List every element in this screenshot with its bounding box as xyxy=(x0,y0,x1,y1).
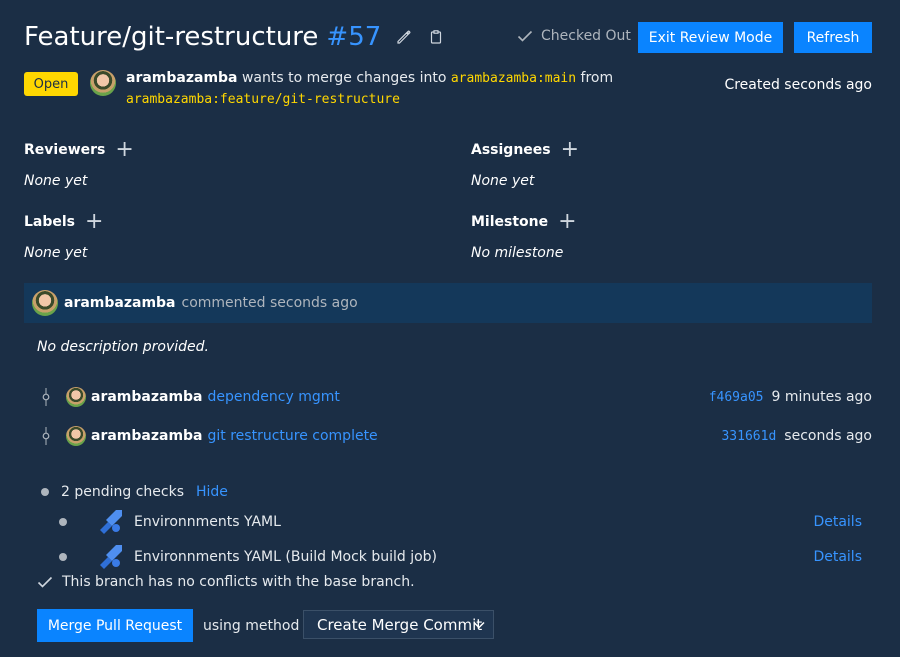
check-details-link[interactable]: Details xyxy=(813,549,862,565)
add-reviewer-plus-icon[interactable]: + xyxy=(115,139,133,161)
commit-sha-link[interactable]: 331661d xyxy=(721,429,776,444)
assignees-label: Assignees xyxy=(471,142,551,158)
comment-action: commented seconds ago xyxy=(181,295,358,311)
checked-out-label: Checked Out xyxy=(541,28,631,44)
comment-body: No description provided. xyxy=(37,339,209,355)
hide-checks-link[interactable]: Hide xyxy=(196,484,228,500)
chevron-down-icon xyxy=(473,621,485,629)
pending-dot-icon xyxy=(59,553,67,561)
reviewers-section: Reviewers + None yet xyxy=(24,139,134,190)
milestone-label: Milestone xyxy=(471,214,549,230)
milestone-section: Milestone + No milestone xyxy=(471,211,577,262)
target-branch: arambazamba:main xyxy=(450,71,577,86)
assignees-section: Assignees + None yet xyxy=(471,139,579,190)
pending-dot-icon xyxy=(41,488,49,496)
exit-review-mode-button[interactable]: Exit Review Mode xyxy=(638,22,783,53)
azure-pipelines-icon xyxy=(100,545,122,569)
reviewers-value: None yet xyxy=(24,173,88,189)
commit-time: seconds ago xyxy=(784,428,872,444)
checks-summary: 2 pending checks Hide xyxy=(41,484,228,500)
page-title: Feature/git-restructure xyxy=(24,22,319,52)
source-branch: arambazamba:feature/git-restructure xyxy=(126,92,400,107)
commit-author: arambazamba xyxy=(91,389,203,405)
clipboard-icon[interactable] xyxy=(427,28,445,46)
add-assignee-plus-icon[interactable]: + xyxy=(561,139,579,161)
checks-summary-label: 2 pending checks xyxy=(61,484,184,500)
avatar xyxy=(66,387,86,407)
merge-pull-request-button[interactable]: Merge Pull Request xyxy=(37,609,193,642)
commit-sha-link[interactable]: f469a05 xyxy=(709,390,764,405)
pr-author: arambazamba xyxy=(126,70,238,86)
no-conflicts-status: This branch has no conflicts with the ba… xyxy=(37,574,415,590)
checked-out-status: Checked Out xyxy=(517,28,631,44)
azure-pipelines-icon xyxy=(100,510,122,534)
pending-dot-icon xyxy=(59,518,67,526)
edit-pencil-icon[interactable] xyxy=(395,28,413,46)
add-milestone-plus-icon[interactable]: + xyxy=(558,211,576,233)
refresh-button[interactable]: Refresh xyxy=(794,22,872,53)
avatar xyxy=(32,290,58,316)
avatar xyxy=(90,70,116,96)
labels-section: Labels + None yet xyxy=(24,211,103,262)
checkmark-icon xyxy=(517,30,533,42)
no-conflicts-label: This branch has no conflicts with the ba… xyxy=(62,574,415,590)
check-details-link[interactable]: Details xyxy=(813,514,862,530)
add-label-plus-icon[interactable]: + xyxy=(85,211,103,233)
commit-time: 9 minutes ago xyxy=(771,389,872,405)
comment-author: arambazamba xyxy=(64,295,176,311)
merge-text: wants to merge changes into xyxy=(241,70,447,86)
milestone-value: No milestone xyxy=(471,245,564,261)
check-item: Environnments YAML Details xyxy=(59,508,862,536)
checkmark-icon xyxy=(37,576,53,588)
check-name: Environnments YAML (Build Mock build job… xyxy=(134,549,438,565)
title-row: Feature/git-restructure #57 xyxy=(24,22,445,52)
labels-label: Labels xyxy=(24,214,76,230)
commit-message-link[interactable]: git restructure complete xyxy=(208,428,378,444)
merge-method-select[interactable]: Create Merge Commit xyxy=(303,610,494,639)
merge-summary: arambazamba wants to merge changes into … xyxy=(90,68,613,110)
check-item: Environnments YAML (Build Mock build job… xyxy=(59,543,862,571)
created-time: Created seconds ago xyxy=(724,77,872,93)
avatar xyxy=(66,426,86,446)
commit-message-link[interactable]: dependency mgmt xyxy=(208,389,340,405)
check-name: Environnments YAML xyxy=(134,514,281,530)
commit-row: arambazamba dependency mgmt f469a05 9 mi… xyxy=(40,387,872,407)
status-badge: Open xyxy=(24,72,78,96)
commit-row: arambazamba git restructure complete 331… xyxy=(40,426,872,446)
comment-header: arambazamba commented seconds ago xyxy=(24,283,872,323)
pr-number: #57 xyxy=(326,22,382,52)
commit-icon xyxy=(40,427,52,445)
commit-author: arambazamba xyxy=(91,428,203,444)
labels-value: None yet xyxy=(24,245,88,261)
using-method-label: using method xyxy=(203,618,300,634)
commit-icon xyxy=(40,388,52,406)
merge-method-value: Create Merge Commit xyxy=(317,615,483,634)
from-text: from xyxy=(580,70,614,86)
reviewers-label: Reviewers xyxy=(24,142,106,158)
assignees-value: None yet xyxy=(471,173,535,189)
